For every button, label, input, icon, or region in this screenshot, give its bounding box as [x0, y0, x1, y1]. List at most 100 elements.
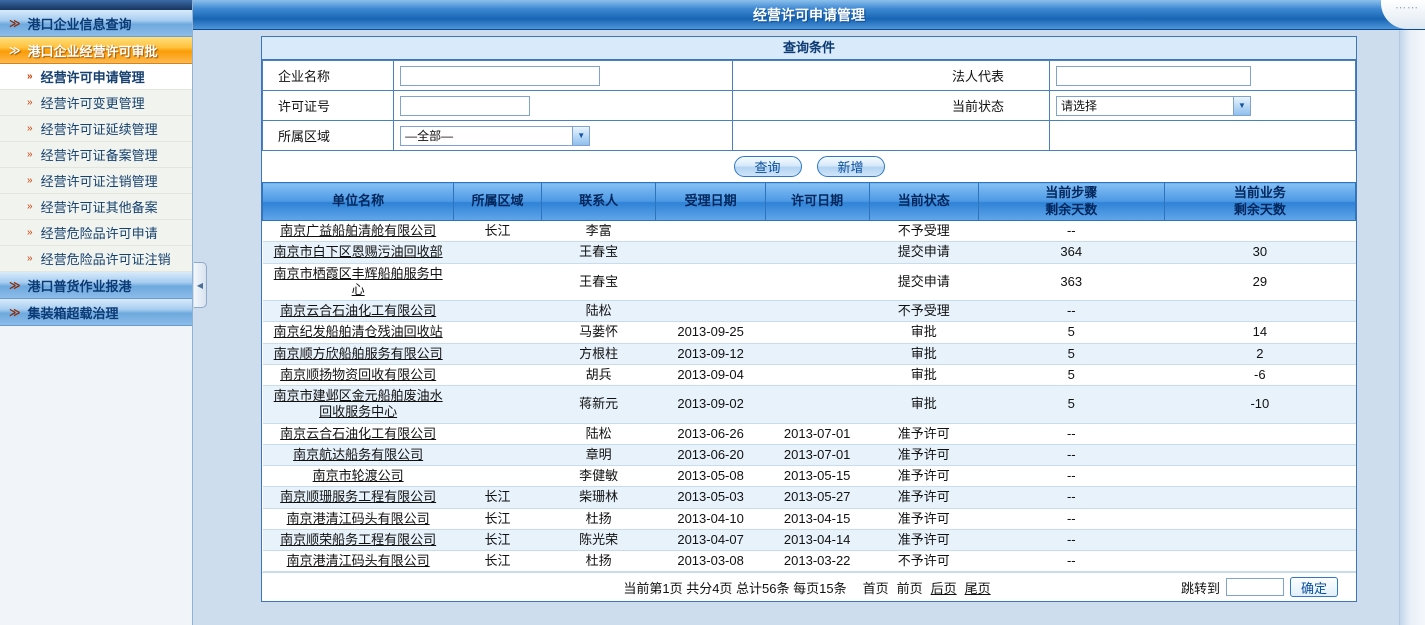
page-link[interactable]: 尾页 — [965, 581, 991, 596]
company-link[interactable]: 南京顺方欣船舶服务有限公司 — [274, 346, 443, 361]
company-name-cell: 南京云合石油化工有限公司 — [263, 301, 454, 322]
company-link[interactable]: 南京港清江码头有限公司 — [287, 553, 430, 568]
table-cell — [1164, 301, 1355, 322]
table-cell: 2013-09-04 — [656, 364, 765, 385]
company-link[interactable]: 南京航达船务有限公司 — [293, 447, 423, 462]
table-cell: 李富 — [541, 221, 656, 242]
status-select[interactable]: 请选择 ▼ — [1056, 96, 1251, 116]
table-cell: 胡兵 — [541, 364, 656, 385]
company-link[interactable]: 南京市栖霞区丰辉船舶服务中心 — [274, 266, 443, 297]
company-name-input[interactable] — [400, 66, 600, 86]
legal-rep-input[interactable] — [1056, 66, 1251, 86]
confirm-button[interactable]: 确定 — [1290, 577, 1338, 597]
table-cell: 5 — [978, 364, 1164, 385]
table-cell: 陈光荣 — [541, 529, 656, 550]
company-link[interactable]: 南京云合石油化工有限公司 — [280, 303, 436, 318]
table-cell: 2013-04-15 — [765, 508, 869, 529]
sidebar-group-1[interactable]: ≫港口企业经营许可审批 — [0, 37, 192, 64]
table-row: 南京航达船务有限公司 章明2013-06-202013-07-01准予许可-- — [263, 444, 1356, 465]
table-cell: -- — [978, 444, 1164, 465]
sidebar-item[interactable]: »经营许可证其他备案 — [0, 194, 192, 220]
sidebar-item-label: 经营危险品许可证注销 — [41, 249, 171, 268]
sidebar-group-3[interactable]: ≫集装箱超载治理 — [0, 299, 192, 326]
table-cell — [765, 364, 869, 385]
page-link[interactable]: 后页 — [931, 581, 957, 596]
company-link[interactable]: 南京市白下区恩赐污油回收部 — [274, 244, 443, 259]
jump-page-input[interactable] — [1226, 578, 1284, 596]
table-cell: 不予许可 — [869, 551, 978, 572]
company-name-cell: 南京市栖霞区丰辉船舶服务中心 — [263, 263, 454, 301]
company-link[interactable]: 南京顺珊服务工程有限公司 — [280, 489, 436, 504]
company-link[interactable]: 南京纪发船舶清仓残油回收站 — [274, 324, 443, 339]
pagination: 当前第1页 共分4页 总计56条 每页15条 首页前页后页尾页 跳转到 确定 — [262, 572, 1356, 601]
sidebar-nav: ≫港口企业信息查询≫港口企业经营许可审批»经营许可申请管理»经营许可变更管理»经… — [0, 10, 192, 625]
page-jump-group: 跳转到 确定 — [1181, 573, 1338, 601]
legal-rep-label: 法人代表 — [732, 61, 1049, 91]
table-cell: 审批 — [869, 364, 978, 385]
sidebar-item[interactable]: »经营许可证备案管理 — [0, 142, 192, 168]
page-link: 前页 — [897, 581, 923, 596]
main-area: 经营许可申请管理 ⋯⋯ 查询条件 企业名称 — [193, 0, 1425, 625]
menu-arrow-icon: » — [27, 149, 33, 160]
search-button[interactable]: 查询 — [734, 156, 802, 177]
table-cell: 14 — [1164, 322, 1355, 343]
company-name-cell: 南京市建邺区金元船舶废油水回收服务中心 — [263, 386, 454, 424]
table-cell: 5 — [978, 322, 1164, 343]
table-cell — [454, 386, 541, 424]
page-header: 经营许可申请管理 ⋯⋯ — [193, 0, 1425, 30]
column-header: 联系人 — [541, 183, 656, 221]
table-cell — [765, 322, 869, 343]
sidebar-top-strip — [0, 0, 192, 10]
query-panel: 查询条件 企业名称 法人代表 — [261, 36, 1357, 602]
table-cell: 5 — [978, 343, 1164, 364]
jump-label: 跳转到 — [1181, 578, 1220, 597]
query-form-row: 企业名称 法人代表 — [263, 61, 1356, 91]
company-name-cell: 南京市白下区恩赐污油回收部 — [263, 242, 454, 263]
menu-arrow-icon: » — [27, 71, 33, 82]
table-cell: 2013-05-08 — [656, 466, 765, 487]
add-button[interactable]: 新增 — [817, 156, 885, 177]
query-form-row: 所属区域 —全部— ▼ — [263, 121, 1356, 151]
company-link[interactable]: 南京顺扬物资回收有限公司 — [280, 367, 436, 382]
table-cell — [656, 221, 765, 242]
sidebar-item[interactable]: »经营许可证注销管理 — [0, 168, 192, 194]
table-cell — [454, 364, 541, 385]
table-cell: 李健敏 — [541, 466, 656, 487]
table-row: 南京顺珊服务工程有限公司长江柴珊林2013-05-032013-05-27准予许… — [263, 487, 1356, 508]
query-form-row: 许可证号 当前状态 请选择 ▼ — [263, 91, 1356, 121]
table-cell: 长江 — [454, 551, 541, 572]
company-link[interactable]: 南京市轮渡公司 — [313, 468, 404, 483]
sidebar-group-label: 港口普货作业报港 — [28, 276, 132, 295]
table-cell — [765, 263, 869, 301]
license-no-input[interactable] — [400, 96, 530, 116]
region-select[interactable]: —全部— ▼ — [400, 126, 590, 146]
sidebar-item[interactable]: »经营许可证延续管理 — [0, 116, 192, 142]
sidebar-item[interactable]: »经营许可变更管理 — [0, 90, 192, 116]
company-name-cell: 南京顺扬物资回收有限公司 — [263, 364, 454, 385]
license-no-label: 许可证号 — [263, 91, 394, 121]
status-label: 当前状态 — [732, 91, 1049, 121]
table-cell: 准予许可 — [869, 487, 978, 508]
sidebar-collapse-handle[interactable]: ◀ — [194, 262, 207, 308]
sidebar-group-2[interactable]: ≫港口普货作业报港 — [0, 272, 192, 299]
company-link[interactable]: 南京云合石油化工有限公司 — [280, 426, 436, 441]
table-cell: 陆松 — [541, 301, 656, 322]
double-arrow-icon: ≫ — [9, 306, 21, 319]
sidebar-group-0[interactable]: ≫港口企业信息查询 — [0, 10, 192, 37]
company-link[interactable]: 南京广益船舶清舱有限公司 — [280, 223, 436, 238]
company-name-cell: 南京顺方欣船舶服务有限公司 — [263, 343, 454, 364]
company-link[interactable]: 南京顺荣船务工程有限公司 — [280, 532, 436, 547]
table-row: 南京纪发船舶清仓残油回收站 马蒌怀2013-09-25 审批514 — [263, 322, 1356, 343]
sidebar-item[interactable]: »经营危险品许可证注销 — [0, 246, 192, 272]
company-link[interactable]: 南京市建邺区金元船舶废油水回收服务中心 — [274, 388, 443, 419]
table-cell: 不予受理 — [869, 301, 978, 322]
sidebar-item[interactable]: »经营危险品许可申请 — [0, 220, 192, 246]
table-cell: 2013-06-26 — [656, 423, 765, 444]
table-cell: 2013-05-27 — [765, 487, 869, 508]
table-cell: 2013-09-25 — [656, 322, 765, 343]
table-cell: 方根柱 — [541, 343, 656, 364]
table-cell: 2013-07-01 — [765, 423, 869, 444]
sidebar-item[interactable]: »经营许可申请管理 — [0, 64, 192, 90]
company-link[interactable]: 南京港清江码头有限公司 — [287, 511, 430, 526]
table-row: 南京市白下区恩赐污油回收部 王春宝 提交申请36430 — [263, 242, 1356, 263]
